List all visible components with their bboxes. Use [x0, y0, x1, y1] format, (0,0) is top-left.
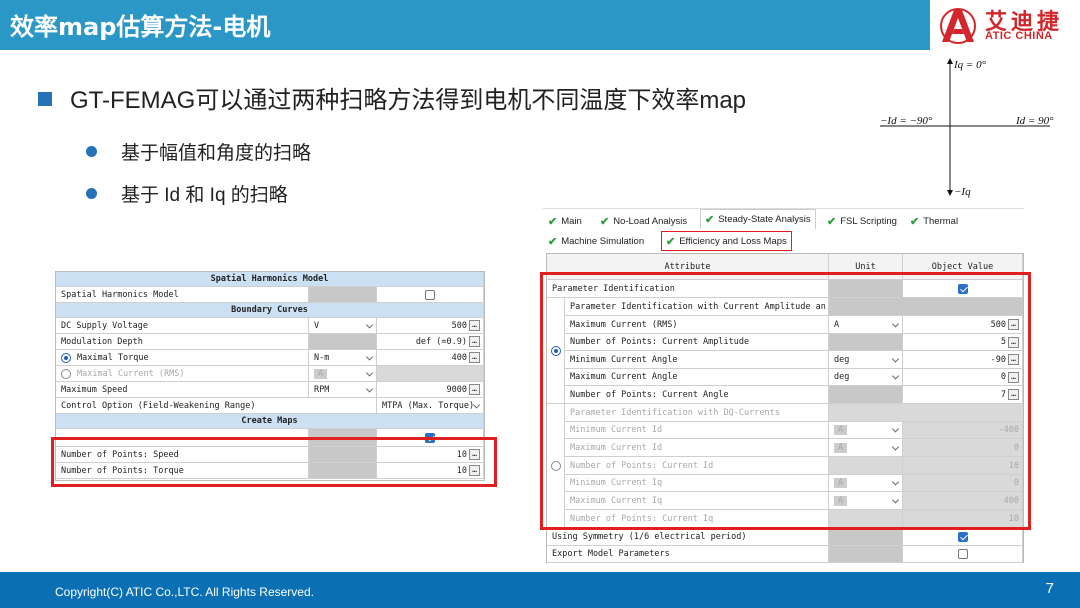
- dot-bullet-icon: [86, 146, 97, 157]
- iq-positive-label: Iq = 0°: [954, 59, 986, 71]
- dc-voltage-unit-select[interactable]: V: [309, 318, 377, 333]
- section-spatial-harmonics: Spatial Harmonics Model: [56, 272, 484, 286]
- ellipsis-button[interactable]: …: [469, 384, 480, 395]
- id-negative-label: −Id = −90°: [880, 115, 933, 127]
- section-boundary-curves: Boundary Curves: [56, 303, 484, 317]
- max-speed-label: Maximum Speed: [56, 382, 309, 397]
- main-bullet: GT-FEMAG可以通过两种扫略方法得到电机不同温度下效率map: [38, 80, 746, 115]
- square-bullet-icon: [38, 92, 52, 106]
- iq-negative-label: −Iq: [954, 186, 971, 198]
- torque-unit-select[interactable]: N-m: [309, 350, 377, 365]
- ellipsis-button[interactable]: …: [469, 336, 480, 347]
- tab-no-load[interactable]: ✔ No-Load Analysis: [600, 211, 687, 231]
- sub-bullet-1: 基于幅值和角度的扫略: [86, 138, 311, 165]
- company-logo: 艾迪捷 ATIC CHINA: [930, 0, 1080, 50]
- id-positive-label: Id = 90°: [1016, 115, 1054, 127]
- check-icon: ✔: [548, 235, 558, 248]
- torque-value[interactable]: 400…: [377, 350, 484, 365]
- control-option-select[interactable]: MTPA (Max. Torque): [377, 398, 484, 413]
- analysis-tabs: ✔ Main ✔ No-Load Analysis ✔ Steady-State An…: [543, 208, 1024, 252]
- ellipsis-button[interactable]: …: [469, 320, 480, 331]
- tab-fsl-scripting[interactable]: ✔ FSL Scripting: [827, 211, 897, 231]
- check-icon: ✔: [666, 235, 676, 248]
- check-icon: ✔: [705, 214, 715, 226]
- sub-bullet-2: 基于 Id 和 Iq 的扫略: [86, 180, 288, 207]
- check-icon: ✔: [548, 215, 558, 228]
- section-create-maps: Create Maps: [56, 414, 484, 428]
- check-icon: ✔: [827, 215, 837, 228]
- atic-logo-icon: [940, 8, 976, 44]
- control-option-label: Control Option (Field-Weakening Range): [56, 398, 377, 413]
- tab-thermal[interactable]: ✔ Thermal: [910, 211, 958, 231]
- slide-header: 效率map估算方法-电机 艾迪捷 ATIC CHINA: [0, 0, 1080, 50]
- page-number: 7: [1045, 580, 1054, 597]
- dot-bullet-icon: [86, 188, 97, 199]
- current-angle-diagram: Iq = 0° −Id = −90° Id = 90° −Iq: [870, 55, 1070, 200]
- dc-voltage-value[interactable]: 500…: [377, 318, 484, 333]
- modulation-depth-label: Modulation Depth: [56, 334, 309, 349]
- max-speed-value[interactable]: 9000…: [377, 382, 484, 397]
- torque-radio[interactable]: [61, 352, 71, 363]
- dc-voltage-label: DC Supply Voltage: [56, 318, 309, 333]
- current-unit-select: A: [309, 366, 377, 381]
- highlight-box-left: [51, 437, 497, 487]
- check-icon: ✔: [600, 215, 610, 228]
- current-radio[interactable]: [61, 368, 71, 379]
- symmetry-checkbox[interactable]: [957, 531, 968, 542]
- modulation-depth-value[interactable]: def (=0.9)…: [377, 334, 484, 349]
- tab-main[interactable]: ✔ Main: [548, 211, 582, 231]
- axes-icon: [880, 58, 1050, 196]
- ellipsis-button[interactable]: …: [469, 352, 480, 363]
- slide-title: 效率map估算方法-电机: [10, 13, 271, 41]
- export-params-checkbox[interactable]: [957, 549, 968, 559]
- symmetry-label: Using Symmetry (1/6 electrical period): [547, 528, 829, 545]
- slide-footer: Copyright(C) ATIC Co.,LTC. All Rights Re…: [0, 572, 1080, 608]
- check-icon: ✔: [910, 215, 920, 228]
- highlight-box-right: [540, 272, 1031, 530]
- maximal-torque-option[interactable]: Maximal Torque: [56, 350, 309, 365]
- copyright-text: Copyright(C) ATIC Co.,LTC. All Rights Re…: [55, 585, 314, 599]
- logo-english-text: ATIC CHINA: [985, 30, 1053, 42]
- export-params-label: Export Model Parameters: [547, 546, 829, 562]
- spatial-harmonics-label: Spatial Harmonics Model: [56, 287, 309, 302]
- tab-efficiency-loss-maps[interactable]: ✔ Efficiency and Loss Maps: [661, 231, 792, 251]
- tab-machine-simulation[interactable]: ✔ Machine Simulation: [548, 231, 644, 251]
- speed-unit-select[interactable]: RPM: [309, 382, 377, 397]
- spatial-harmonics-checkbox[interactable]: [425, 289, 435, 300]
- maximal-current-option[interactable]: Maximal Current (RMS): [56, 366, 309, 381]
- tab-steady-state[interactable]: ✔ Steady-State Analysis: [700, 209, 816, 229]
